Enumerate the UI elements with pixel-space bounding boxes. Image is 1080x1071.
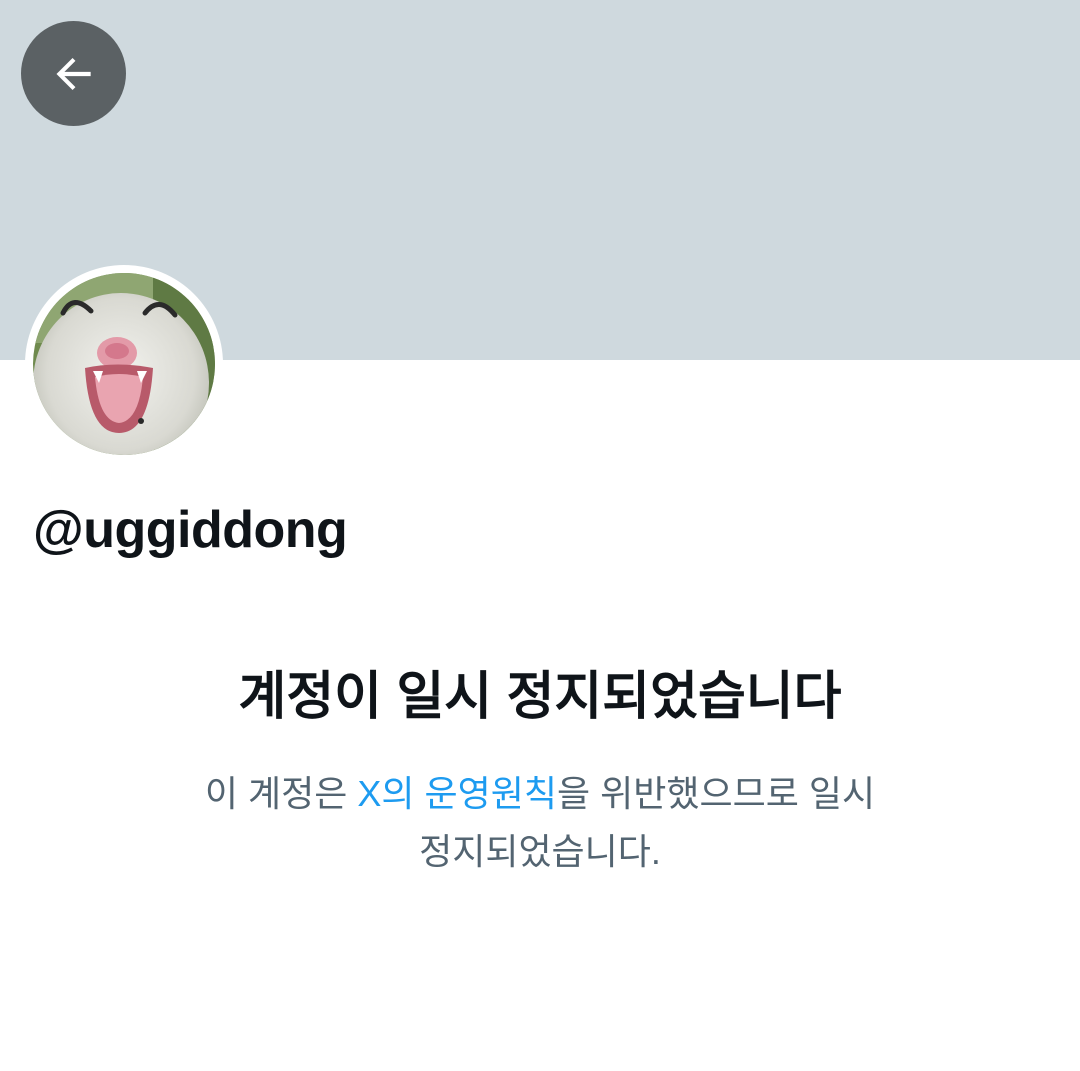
profile-handle: @uggiddong (33, 501, 348, 559)
suspension-description-prefix: 이 계정은 (204, 773, 358, 814)
suspension-description: 이 계정은 X의 운영원칙을 위반했으므로 일시 정지되었습니다. (190, 765, 890, 881)
avatar-ring (25, 265, 223, 463)
arrow-left-icon (56, 57, 91, 90)
avatar-image (33, 273, 215, 455)
x-rules-link[interactable]: X의 운영원칙 (357, 773, 557, 814)
avatar[interactable] (33, 273, 215, 455)
suspension-title: 계정이 일시 정지되었습니다 (238, 668, 842, 726)
back-button[interactable] (21, 21, 126, 126)
